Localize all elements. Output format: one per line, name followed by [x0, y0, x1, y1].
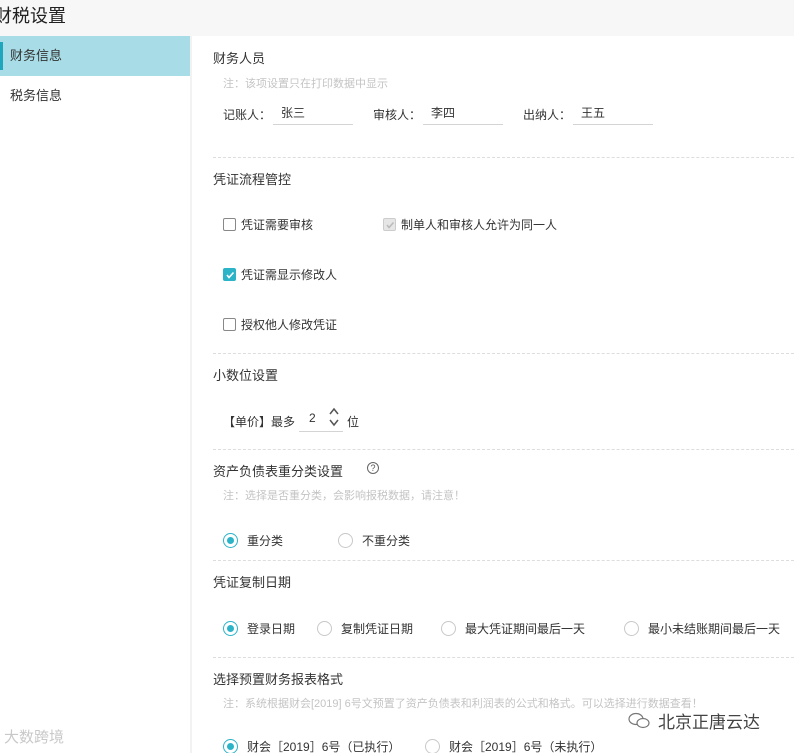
- chevron-down-icon[interactable]: [328, 418, 340, 427]
- sidebar: 财务信息 税务信息: [0, 36, 190, 753]
- show-modifier-checkbox[interactable]: 凭证需显示修改人: [223, 266, 337, 283]
- reclass-note: 注：选择是否重分类，会影响报税数据，请注意！: [223, 490, 465, 502]
- finance-staff-note: 注：该项设置只在打印数据中显示: [223, 78, 388, 90]
- checkbox-box: [223, 318, 236, 331]
- radio-reclass[interactable]: 重分类: [223, 532, 283, 549]
- radio-max-period-last-day[interactable]: 最大凭证期间最后一天: [441, 620, 585, 637]
- watermark-right: 北京正唐云达: [628, 708, 760, 733]
- radio-no-reclass[interactable]: 不重分类: [338, 532, 410, 549]
- sidebar-item-tax-info[interactable]: 税务信息: [0, 76, 190, 116]
- bookkeeper-input[interactable]: [273, 101, 353, 125]
- radio-circle: [317, 621, 332, 636]
- bookkeeper-label: 记账人：: [223, 108, 272, 122]
- header: 财税设置: [0, 0, 794, 36]
- radio-label: 财会［2019］6号（未执行）: [449, 740, 603, 753]
- settings-panel: 财务人员 注：该项设置只在打印数据中显示 记账人： 审核人： 出纳人： 凭证流程…: [192, 36, 794, 753]
- sidebar-item-finance-info[interactable]: 财务信息: [0, 36, 190, 76]
- radio-label: 重分类: [247, 534, 284, 548]
- decimal-prefix-label: 【单价】最多: [223, 415, 296, 429]
- section-title-copy-date: 凭证复制日期: [213, 575, 292, 590]
- decimal-stepper[interactable]: 2: [299, 406, 343, 432]
- radio-label: 最小未结账期间最后一天: [648, 622, 781, 636]
- show-modifier-label: 凭证需显示修改人: [241, 268, 338, 282]
- divider: [213, 353, 794, 354]
- section-title-voucher-flow: 凭证流程管控: [213, 172, 292, 187]
- watermark-left: 大数跨境: [4, 729, 65, 746]
- radio-label: 复制凭证日期: [341, 622, 414, 636]
- radio-login-date[interactable]: 登录日期: [223, 620, 295, 637]
- radio-label: 财会［2019］6号（已执行）: [247, 740, 401, 753]
- checkbox-box: [223, 218, 236, 231]
- radio-label: 登录日期: [247, 622, 296, 636]
- radio-circle: [223, 739, 238, 753]
- reviewer-label: 审核人：: [373, 108, 422, 122]
- section-title-decimal: 小数位设置: [213, 368, 279, 383]
- wechat-icon: [628, 712, 650, 728]
- check-icon: [385, 221, 394, 229]
- radio-label: 不重分类: [362, 534, 411, 548]
- section-title-report-format: 选择预置财务报表格式: [213, 672, 344, 687]
- section-title-reclass: 资产负债表重分类设置: [213, 464, 344, 479]
- chevron-up-icon[interactable]: [328, 407, 340, 416]
- check-icon: [225, 271, 234, 279]
- radio-copy-voucher-date[interactable]: 复制凭证日期: [317, 620, 413, 637]
- radio-report-not-executed[interactable]: 财会［2019］6号（未执行）: [425, 738, 602, 753]
- checkbox-box: [223, 268, 236, 281]
- require-review-checkbox[interactable]: 凭证需要审核: [223, 216, 313, 233]
- divider: [213, 560, 794, 561]
- section-title-finance-staff: 财务人员: [213, 51, 266, 66]
- same-person-checkbox[interactable]: 制单人和审核人允许为同一人: [383, 216, 557, 233]
- radio-circle: [223, 533, 238, 548]
- radio-circle: [624, 621, 639, 636]
- divider: [213, 157, 794, 158]
- help-icon[interactable]: ?: [367, 462, 379, 474]
- decimal-value: 2: [309, 411, 316, 425]
- authorize-edit-label: 授权他人修改凭证: [241, 318, 338, 332]
- radio-circle: [441, 621, 456, 636]
- reviewer-input[interactable]: [423, 101, 503, 125]
- divider: [213, 657, 794, 658]
- cashier-label: 出纳人：: [523, 108, 572, 122]
- radio-circle: [425, 739, 440, 753]
- radio-min-unclosed-period-last-day[interactable]: 最小未结账期间最后一天: [624, 620, 780, 637]
- divider: [213, 449, 794, 450]
- cashier-input[interactable]: [573, 101, 653, 125]
- authorize-edit-checkbox[interactable]: 授权他人修改凭证: [223, 316, 337, 333]
- page-title: 财税设置: [0, 6, 66, 26]
- checkbox-box: [383, 218, 396, 231]
- same-person-label: 制单人和审核人允许为同一人: [401, 218, 558, 232]
- require-review-label: 凭证需要审核: [241, 218, 314, 232]
- radio-report-executed[interactable]: 财会［2019］6号（已执行）: [223, 738, 400, 753]
- watermark-right-text: 北京正唐云达: [658, 713, 760, 732]
- decimal-suffix-label: 位: [347, 415, 360, 429]
- radio-label: 最大凭证期间最后一天: [465, 622, 586, 636]
- radio-circle: [338, 533, 353, 548]
- radio-circle: [223, 621, 238, 636]
